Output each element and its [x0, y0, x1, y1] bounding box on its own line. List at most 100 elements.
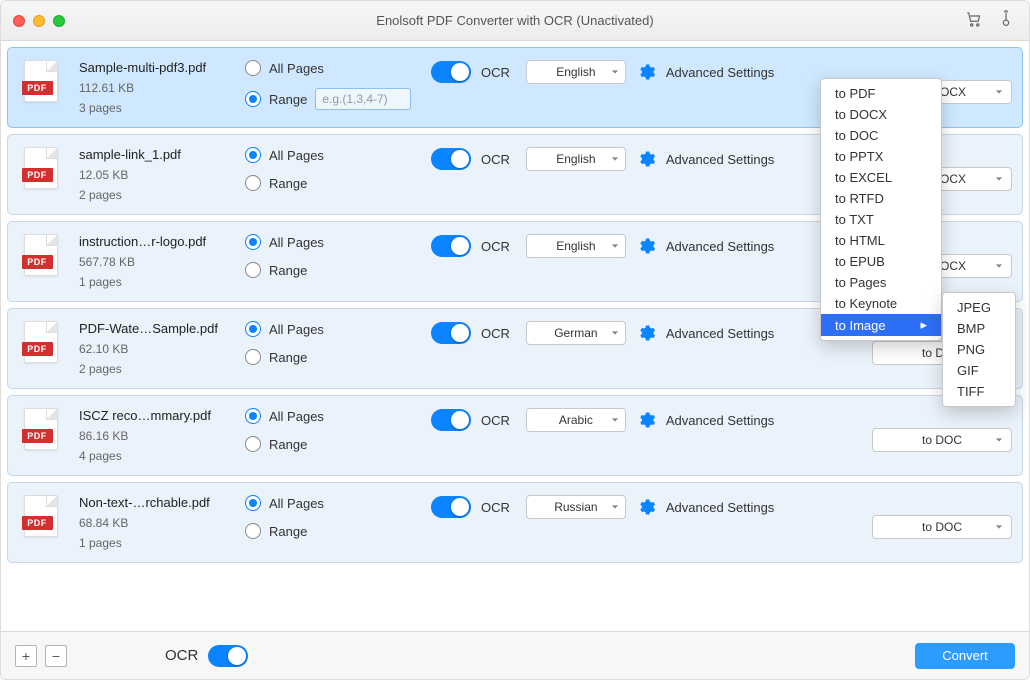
ocr-toggle[interactable] — [431, 61, 471, 83]
row-options: OCREnglishAdvanced Settings — [431, 147, 856, 171]
language-select[interactable]: German — [526, 321, 626, 345]
convert-button[interactable]: Convert — [915, 643, 1015, 669]
ocr-toggle[interactable] — [431, 235, 471, 257]
image-format-item[interactable]: GIF — [943, 360, 1015, 381]
remove-file-button[interactable]: − — [45, 645, 67, 667]
pages-group: All PagesRange — [245, 147, 415, 191]
window-title: Enolsoft PDF Converter with OCR (Unactiv… — [1, 13, 1029, 28]
range-radio[interactable] — [245, 262, 261, 278]
gear-icon[interactable] — [636, 323, 656, 343]
range-radio[interactable] — [245, 91, 261, 107]
image-format-item[interactable]: PNG — [943, 339, 1015, 360]
image-format-item[interactable]: TIFF — [943, 381, 1015, 402]
advanced-settings-label[interactable]: Advanced Settings — [666, 65, 774, 80]
pdf-file-icon: PDF — [24, 321, 58, 363]
bottom-ocr-toggle[interactable] — [208, 645, 248, 667]
advanced-settings-label[interactable]: Advanced Settings — [666, 413, 774, 428]
format-menu-item[interactable]: to PPTX — [821, 146, 941, 167]
format-select[interactable]: to DOC — [872, 428, 1012, 452]
image-submenu[interactable]: JPEGBMPPNGGIFTIFF — [942, 292, 1016, 407]
all-pages-radio[interactable] — [245, 234, 261, 250]
format-menu-item[interactable]: to EXCEL — [821, 167, 941, 188]
pages-group: All PagesRangee.g.(1,3,4-7) — [245, 60, 415, 110]
language-value: English — [556, 239, 595, 253]
format-menu-item[interactable]: to PDF — [821, 83, 941, 104]
range-radio[interactable] — [245, 523, 261, 539]
language-value: English — [556, 65, 595, 79]
range-label: Range — [269, 176, 307, 191]
gear-icon[interactable] — [636, 149, 656, 169]
file-meta: Sample-multi-pdf3.pdf112.61 KB3 pages — [79, 60, 229, 115]
pdf-file-icon: PDF — [24, 495, 58, 537]
advanced-settings-label[interactable]: Advanced Settings — [666, 326, 774, 341]
format-value: to DOC — [922, 433, 962, 447]
format-value: to DOC — [922, 520, 962, 534]
all-pages-radio[interactable] — [245, 408, 261, 424]
cart-icon[interactable] — [965, 10, 983, 31]
range-radio[interactable] — [245, 436, 261, 452]
gear-icon[interactable] — [636, 62, 656, 82]
language-value: English — [556, 152, 595, 166]
ocr-toggle[interactable] — [431, 496, 471, 518]
ocr-label: OCR — [481, 413, 510, 428]
advanced-settings-label[interactable]: Advanced Settings — [666, 500, 774, 515]
all-pages-radio[interactable] — [245, 495, 261, 511]
image-format-item[interactable]: JPEG — [943, 297, 1015, 318]
file-pages: 1 pages — [79, 536, 229, 550]
language-select[interactable]: English — [526, 234, 626, 258]
range-label: Range — [269, 437, 307, 452]
format-menu-item[interactable]: to DOCX — [821, 104, 941, 125]
range-radio[interactable] — [245, 349, 261, 365]
language-select[interactable]: English — [526, 147, 626, 171]
language-select[interactable]: Arabic — [526, 408, 626, 432]
language-select[interactable]: English — [526, 60, 626, 84]
pdf-file-icon: PDF — [24, 408, 58, 450]
gear-icon[interactable] — [636, 497, 656, 517]
format-menu-item[interactable]: to Pages — [821, 272, 941, 293]
file-row[interactable]: PDFISCZ reco…mmary.pdf86.16 KB4 pagesAll… — [7, 395, 1023, 476]
file-meta: Non-text-…rchable.pdf68.84 KB1 pages — [79, 495, 229, 550]
gear-icon[interactable] — [636, 410, 656, 430]
file-pages: 3 pages — [79, 101, 229, 115]
range-input[interactable]: e.g.(1,3,4-7) — [315, 88, 411, 110]
range-label: Range — [269, 263, 307, 278]
all-pages-radio[interactable] — [245, 147, 261, 163]
ocr-toggle[interactable] — [431, 409, 471, 431]
pdf-thumb: PDF — [18, 321, 63, 363]
advanced-settings-label[interactable]: Advanced Settings — [666, 239, 774, 254]
gear-icon[interactable] — [636, 236, 656, 256]
format-menu-item[interactable]: to RTFD — [821, 188, 941, 209]
language-select[interactable]: Russian — [526, 495, 626, 519]
thermometer-icon[interactable] — [997, 10, 1015, 31]
advanced-settings-label[interactable]: Advanced Settings — [666, 152, 774, 167]
range-radio[interactable] — [245, 175, 261, 191]
format-menu-item[interactable]: to Keynote — [821, 293, 941, 314]
file-size: 62.10 KB — [79, 342, 229, 356]
ocr-toggle[interactable] — [431, 148, 471, 170]
chevron-down-icon — [995, 85, 1003, 99]
pages-group: All PagesRange — [245, 408, 415, 452]
format-menu-item[interactable]: to HTML — [821, 230, 941, 251]
pdf-thumb: PDF — [18, 408, 63, 450]
pdf-thumb: PDF — [18, 147, 63, 189]
format-select[interactable]: to DOC — [872, 515, 1012, 539]
close-window-button[interactable] — [13, 15, 25, 27]
all-pages-radio[interactable] — [245, 321, 261, 337]
minimize-window-button[interactable] — [33, 15, 45, 27]
format-menu[interactable]: to PDFto DOCXto DOCto PPTXto EXCELto RTF… — [820, 78, 942, 341]
format-menu-item[interactable]: to EPUB — [821, 251, 941, 272]
all-pages-radio[interactable] — [245, 60, 261, 76]
ocr-toggle[interactable] — [431, 322, 471, 344]
format-menu-item[interactable]: to TXT — [821, 209, 941, 230]
language-value: Russian — [554, 500, 597, 514]
range-label: Range — [269, 524, 307, 539]
file-pages: 2 pages — [79, 188, 229, 202]
format-menu-item[interactable]: to DOC — [821, 125, 941, 146]
zoom-window-button[interactable] — [53, 15, 65, 27]
row-options: OCREnglishAdvanced Settings — [431, 60, 856, 84]
image-format-item[interactable]: BMP — [943, 318, 1015, 339]
file-row[interactable]: PDF Non-text-…rchable.pdf68.84 KB1 pages A… — [7, 482, 1023, 563]
pdf-file-icon: PDF — [24, 234, 58, 276]
format-menu-item[interactable]: to Image▸ — [821, 314, 941, 336]
add-file-button[interactable]: + — [15, 645, 37, 667]
